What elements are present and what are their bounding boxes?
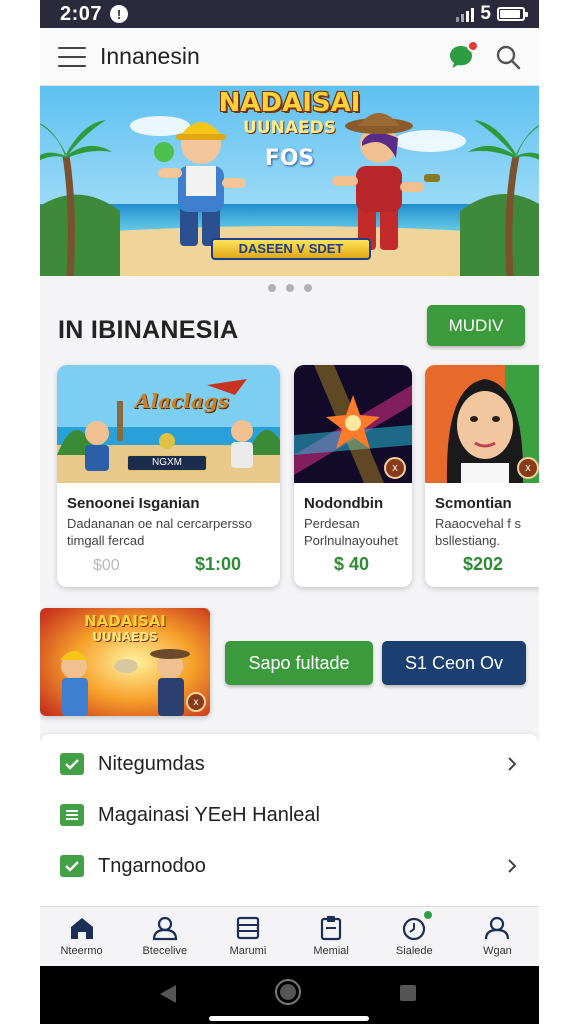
card-price: $ 40 <box>334 554 370 574</box>
home-icon <box>70 918 93 939</box>
list-item-label: Nitegumdas <box>98 752 205 775</box>
card-name: Scmontian <box>435 495 512 512</box>
green-action-button[interactable]: Sapo fultade <box>225 641 373 685</box>
list-panel: Nitegumdas Magainasi YEeH Hanleal Tngarn… <box>40 734 539 906</box>
section-title: IN IBINANESIA <box>58 316 239 344</box>
phone-screen: 2:07 ! 5 Innanesin NADAISAI UUNAEDS FOS … <box>40 0 539 1024</box>
banner-title: NADAISAI <box>218 88 361 118</box>
recents-icon[interactable] <box>400 985 416 1001</box>
nav-item-clipboard[interactable]: Memial <box>290 907 373 966</box>
checkbox-icon <box>60 855 84 877</box>
nav-item-user[interactable]: Btecelive <box>123 907 206 966</box>
app-title: Innanesin <box>100 43 200 69</box>
status-time: 2:07 <box>60 2 103 25</box>
status-bar: 2:07 ! 5 <box>40 0 539 28</box>
gesture-bar <box>209 1016 369 1021</box>
banner-tagline: FOS <box>264 146 315 171</box>
view-button[interactable]: MUDIV <box>427 305 525 346</box>
product-card[interactable]: Alaclags NGXM Senoonei Isganian Dadanana… <box>57 365 280 587</box>
battery-icon <box>497 7 528 21</box>
list-item[interactable]: Tngarnodoo <box>40 840 539 892</box>
nav-label: Nteermo <box>60 945 103 957</box>
nav-badge <box>422 909 435 921</box>
card-description: Perdesan Porlnulnayouhet <box>304 516 398 548</box>
bottom-nav: Nteermo Btecelive Marumi Memial Sialede … <box>40 906 539 966</box>
signal-icon <box>456 6 475 22</box>
card-price: $202 <box>463 554 504 574</box>
nav-label: Memial <box>313 945 349 957</box>
back-icon[interactable] <box>159 984 177 1004</box>
nav-item-profile[interactable]: Wgan <box>456 907 539 966</box>
nav-item-clock[interactable]: Sialede <box>373 907 456 966</box>
promo-title: NADAISAI <box>84 612 166 630</box>
profile-icon <box>485 916 510 940</box>
promo-subtitle: UUNAEDS <box>92 630 158 644</box>
nav-label: Sialede <box>395 945 433 957</box>
navy-action-button[interactable]: S1 Ceon Ov <box>382 641 526 685</box>
banner-cta-button[interactable]: DASEEN V SDET <box>211 238 371 260</box>
nav-item-list[interactable]: Marumi <box>206 907 289 966</box>
promo-image[interactable]: NADAISAI UUNAEDS x <box>40 608 210 716</box>
card-name: Senoonei Isganian <box>67 495 200 512</box>
app-bar-actions <box>447 39 521 71</box>
chevron-right-icon <box>508 757 517 771</box>
card-image: x <box>294 365 412 483</box>
app-bar: Innanesin <box>40 28 539 86</box>
list-item-label: Tngarnodoo <box>98 854 206 877</box>
nav-label: Wgan <box>483 945 512 957</box>
search-icon[interactable] <box>495 44 521 70</box>
checkbox-icon <box>60 753 84 775</box>
battery-number: 5 <box>480 3 491 24</box>
user-icon <box>152 916 177 941</box>
clipboard-icon <box>320 916 342 941</box>
nav-item-home[interactable]: Nteermo <box>40 907 123 966</box>
home-button[interactable] <box>275 979 301 1005</box>
product-card[interactable]: x Scmontian Raaocvehal f s bsllestiang. … <box>425 365 539 587</box>
card-old-price: $00 <box>93 557 120 574</box>
chat-icon[interactable] <box>447 39 479 71</box>
card-name: Nodondbin <box>304 495 384 512</box>
list-icon <box>60 804 84 826</box>
card-image-button: NGXM <box>127 455 207 471</box>
carousel-dot[interactable] <box>267 284 276 292</box>
card-description: Dadananan oe nal cercarpersso timgall fe… <box>67 516 253 548</box>
card-badge: x <box>384 457 406 479</box>
card-badge: x <box>517 457 539 479</box>
carousel-dots <box>40 284 539 292</box>
notification-badge <box>467 39 479 52</box>
carousel-dot[interactable] <box>285 284 294 292</box>
list-icon <box>236 916 260 940</box>
system-nav-bar <box>40 966 539 1024</box>
carousel-dot[interactable] <box>303 284 312 292</box>
card-image: Alaclags NGXM <box>57 365 280 483</box>
card-image: x <box>425 365 539 483</box>
nav-label: Marumi <box>229 945 267 957</box>
card-price: $1:00 <box>195 554 242 574</box>
menu-icon[interactable] <box>58 46 86 67</box>
hero-banner[interactable]: NADAISAI UUNAEDS FOS DASEEN V SDET <box>40 86 539 276</box>
product-card[interactable]: x Nodondbin Perdesan Porlnulnayouhet $ 4… <box>294 365 412 587</box>
list-item[interactable]: Nitegumdas <box>40 738 539 790</box>
promo-badge: x <box>186 692 206 712</box>
status-right: 5 <box>456 3 528 25</box>
banner-subtitle: UUNAEDS <box>243 118 336 138</box>
card-description: Raaocvehal f s bsllestiang. <box>435 516 521 548</box>
nav-label: Btecelive <box>142 945 188 957</box>
alert-icon: ! <box>110 5 129 23</box>
chevron-right-icon <box>508 859 517 873</box>
card-image-title: Alaclags <box>135 389 230 413</box>
list-item[interactable]: Magainasi YEeH Hanleal <box>40 789 539 841</box>
list-item-label: Magainasi YEeH Hanleal <box>98 803 320 826</box>
